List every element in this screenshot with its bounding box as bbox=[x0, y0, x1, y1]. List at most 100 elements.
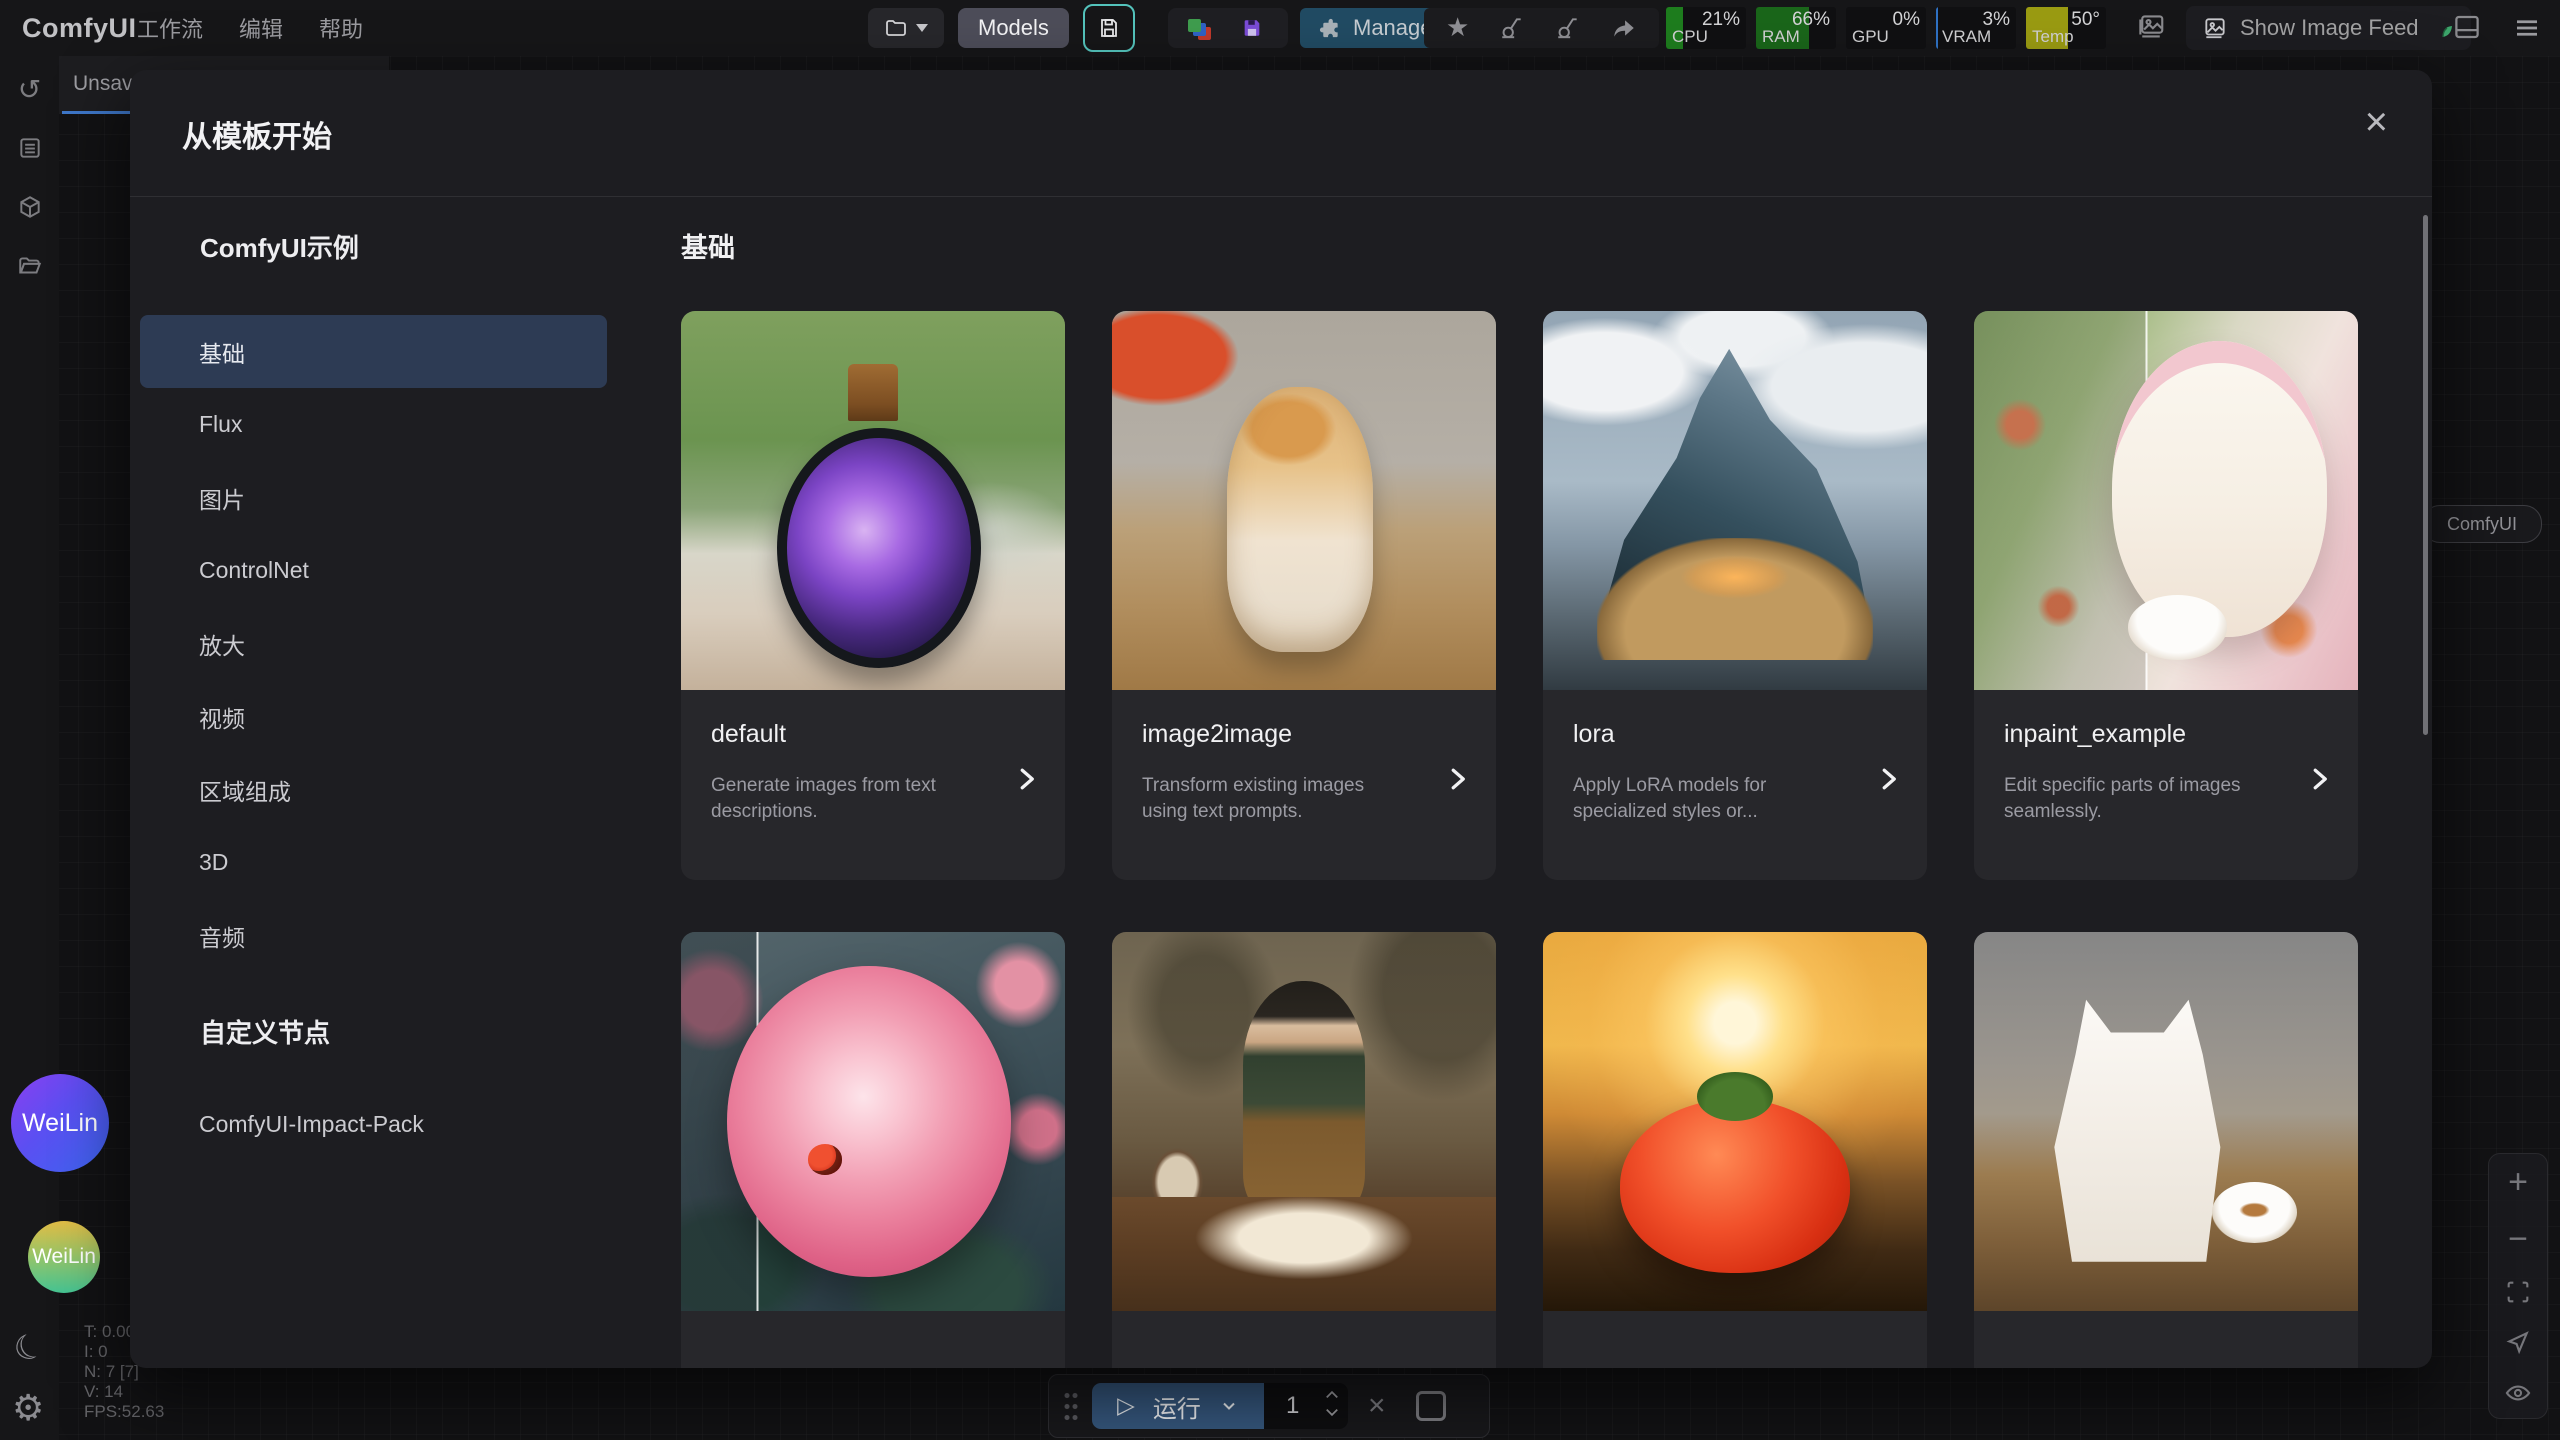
bottom-panel-toggle[interactable] bbox=[2452, 12, 2482, 42]
batch-count-input[interactable]: 1 bbox=[1264, 1383, 1348, 1429]
gear-icon[interactable]: ⚙ bbox=[12, 1388, 44, 1429]
cancel-run-icon[interactable]: × bbox=[1368, 1389, 1386, 1423]
image-gallery-icon[interactable] bbox=[2136, 12, 2166, 42]
template-thumbnail bbox=[1974, 311, 2358, 690]
workflow-tab-label: Unsav bbox=[73, 72, 133, 96]
batch-count-value: 1 bbox=[1286, 1392, 1299, 1420]
fit-view-icon[interactable] bbox=[2504, 1278, 2532, 1306]
zoom-out-icon[interactable]: − bbox=[2508, 1222, 2528, 1256]
monitor-label: Temp bbox=[2032, 27, 2074, 47]
category-item[interactable]: 视频 bbox=[140, 680, 607, 753]
template-description: Apply LoRA models for specialized styles… bbox=[1573, 773, 1835, 825]
save-workflow-button[interactable] bbox=[1083, 4, 1135, 52]
extension-buttons bbox=[1168, 8, 1288, 48]
template-card[interactable] bbox=[1974, 932, 2358, 1368]
template-thumbnail bbox=[1974, 932, 2358, 1311]
template-card[interactable] bbox=[681, 932, 1065, 1368]
vacuum-icon[interactable] bbox=[1555, 15, 1581, 41]
canvas-toolbar: + − bbox=[2488, 1153, 2548, 1419]
close-icon[interactable]: × bbox=[2365, 102, 2388, 142]
hamburger-menu-icon[interactable] bbox=[2512, 13, 2542, 43]
category-item[interactable]: ControlNet bbox=[140, 534, 607, 607]
scrollbar-thumb[interactable] bbox=[2423, 215, 2428, 735]
sprout-icon bbox=[2431, 16, 2455, 40]
template-card-body: defaultGenerate images from text descrip… bbox=[681, 690, 1065, 880]
template-description: Edit specific parts of images seamlessly… bbox=[2004, 773, 2266, 825]
avatar-label: WeiLin bbox=[22, 1109, 98, 1138]
template-nav: ComfyUI示例 基础Flux图片ControlNet放大视频区域组成3D音频… bbox=[130, 197, 650, 1368]
monitor-fill-bar bbox=[1936, 7, 1938, 49]
workflows-folder-icon[interactable] bbox=[17, 253, 43, 279]
pan-mode-icon[interactable] bbox=[2504, 1328, 2532, 1356]
monitor-ram: 66%RAM bbox=[1756, 7, 1836, 49]
template-card[interactable] bbox=[1112, 932, 1496, 1368]
dialog-title: 从模板开始 bbox=[182, 112, 332, 156]
chevron-down-icon[interactable] bbox=[1219, 1396, 1239, 1416]
drag-handle[interactable] bbox=[1063, 1390, 1078, 1422]
monitor-value: 50° bbox=[2071, 9, 2100, 31]
template-card[interactable] bbox=[1543, 932, 1927, 1368]
template-card[interactable]: loraApply LoRA models for specialized st… bbox=[1543, 311, 1927, 880]
vacuum-icon[interactable] bbox=[1499, 15, 1525, 41]
models-button-label: Models bbox=[978, 15, 1049, 41]
category-item[interactable]: ComfyUI-Impact-Pack bbox=[140, 1088, 607, 1161]
monitor-cpu: 21%CPU bbox=[1666, 7, 1746, 49]
menu-item[interactable]: 帮助 bbox=[319, 12, 363, 44]
stat-line: V: 14 bbox=[84, 1382, 164, 1402]
avatar[interactable]: WeiLin bbox=[28, 1221, 100, 1293]
template-card[interactable]: image2imageTransform existing images usi… bbox=[1112, 311, 1496, 880]
stop-icon[interactable] bbox=[1416, 1391, 1446, 1421]
history-icon[interactable]: ↺ bbox=[17, 76, 43, 102]
category-item[interactable]: 放大 bbox=[140, 607, 607, 680]
template-card-body: inpaint_example Edit specific parts of im… bbox=[1974, 690, 2358, 880]
content-heading: 基础 bbox=[681, 233, 2432, 264]
template-title: inpaint_example bbox=[2004, 720, 2266, 749]
category-item[interactable]: 基础 bbox=[140, 315, 607, 388]
template-content: 基础 defaultGenerate images from text desc… bbox=[650, 197, 2432, 1368]
eye-icon[interactable] bbox=[2504, 1379, 2532, 1407]
avatar[interactable]: WeiLin bbox=[11, 1074, 109, 1172]
template-card-body: image2imageTransform existing images usi… bbox=[1112, 690, 1496, 880]
share-icon[interactable] bbox=[1611, 15, 1637, 41]
template-card[interactable]: defaultGenerate images from text descrip… bbox=[681, 311, 1065, 880]
queue-icon[interactable] bbox=[17, 135, 43, 161]
menu-item[interactable]: 工作流 bbox=[137, 12, 203, 44]
monitor-value: 0% bbox=[1893, 9, 1920, 31]
purple-save-icon[interactable] bbox=[1241, 17, 1263, 39]
workflow-tab[interactable]: Unsav bbox=[73, 56, 133, 111]
app-logo[interactable]: ComfyUI bbox=[22, 0, 137, 56]
star-icon[interactable]: ★ bbox=[1446, 13, 1469, 43]
dialog-body: ComfyUI示例 基础Flux图片ControlNet放大视频区域组成3D音频… bbox=[130, 197, 2432, 1368]
template-card[interactable]: inpaint_example Edit specific parts of im… bbox=[1974, 311, 2358, 880]
template-card-grid: defaultGenerate images from text descrip… bbox=[681, 311, 2432, 1368]
template-card-body bbox=[1112, 1311, 1496, 1368]
category-item[interactable]: 图片 bbox=[140, 461, 607, 534]
category-item[interactable]: 区域组成 bbox=[140, 753, 607, 826]
zoom-in-icon[interactable]: + bbox=[2508, 1165, 2528, 1199]
save-icon bbox=[1097, 16, 1121, 40]
nav-section-title: ComfyUI示例 bbox=[200, 233, 650, 263]
menu-item[interactable]: 编辑 bbox=[239, 12, 283, 44]
prompt-cards-icon[interactable] bbox=[1188, 19, 1201, 32]
template-card-body bbox=[1543, 1311, 1927, 1368]
show-image-feed-button[interactable]: Show Image Feed bbox=[2186, 6, 2471, 50]
chevron-down-icon bbox=[916, 24, 928, 32]
top-menu-bar: ComfyUI 工作流 编辑 帮助 Models bbox=[0, 0, 2560, 56]
show-image-feed-label: Show Image Feed bbox=[2240, 15, 2419, 41]
step-down-icon[interactable] bbox=[1325, 1407, 1339, 1418]
models-button[interactable]: Models bbox=[958, 8, 1069, 48]
canvas-comfyui-badge[interactable]: ComfyUI bbox=[2422, 505, 2542, 543]
nav-section-title: 自定义节点 bbox=[200, 1018, 650, 1048]
avatar-label: WeiLin bbox=[32, 1245, 96, 1269]
model-library-icon[interactable] bbox=[17, 194, 43, 220]
monitor-label: VRAM bbox=[1942, 27, 1991, 47]
run-button[interactable]: ▷ 运行 bbox=[1092, 1383, 1264, 1429]
step-up-icon[interactable] bbox=[1325, 1389, 1339, 1400]
stat-line: FPS:52.63 bbox=[84, 1402, 164, 1422]
category-item[interactable]: 音频 bbox=[140, 899, 607, 972]
monitor-label: CPU bbox=[1672, 27, 1708, 47]
category-item[interactable]: 3D bbox=[140, 826, 607, 899]
puzzle-icon bbox=[1318, 17, 1341, 40]
open-workflow-button[interactable] bbox=[868, 8, 944, 48]
category-item[interactable]: Flux bbox=[140, 388, 607, 461]
